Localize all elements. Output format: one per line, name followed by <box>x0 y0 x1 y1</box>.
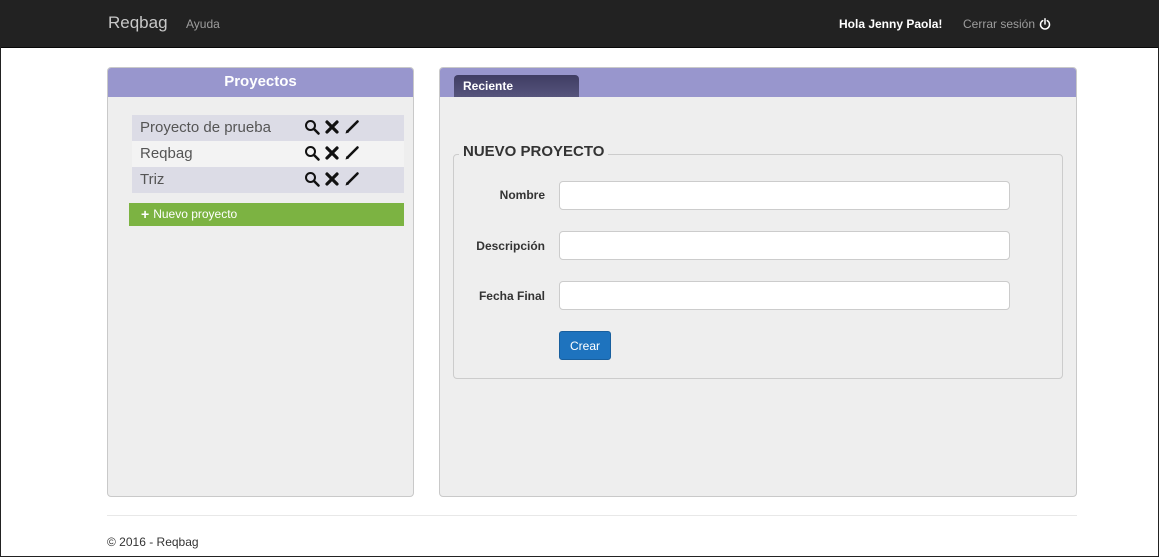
app-window: Reqbag Ayuda Hola Jenny Paola! Cerrar se… <box>0 0 1159 557</box>
description-input[interactable] <box>559 231 1010 260</box>
project-row[interactable]: Proyecto de prueba <box>132 115 404 141</box>
projects-panel: Proyectos Proyecto de prueba Reqbag Triz… <box>107 67 414 497</box>
project-actions <box>304 145 360 161</box>
edit-icon[interactable] <box>344 119 360 135</box>
tab-recent[interactable]: Reciente <box>454 75 579 97</box>
description-label: Descripción <box>476 239 545 253</box>
search-icon[interactable] <box>304 171 320 187</box>
new-project-button[interactable]: + Nuevo proyecto <box>129 203 404 226</box>
delete-icon[interactable] <box>324 171 340 187</box>
delete-icon[interactable] <box>324 119 340 135</box>
project-actions <box>304 119 360 135</box>
user-greeting: Hola Jenny Paola! <box>839 17 943 31</box>
footer-copyright: © 2016 - Reqbag <box>107 535 199 549</box>
footer-divider <box>107 515 1077 516</box>
top-navbar: Reqbag Ayuda Hola Jenny Paola! Cerrar se… <box>1 1 1158 48</box>
project-name: Reqbag <box>140 145 193 162</box>
name-input[interactable] <box>559 181 1010 210</box>
end-date-label: Fecha Final <box>478 289 545 303</box>
power-icon <box>1039 18 1051 30</box>
end-date-input[interactable] <box>559 281 1010 310</box>
create-button[interactable]: Crear <box>559 331 611 360</box>
project-name: Triz <box>140 171 165 188</box>
brand-link[interactable]: Reqbag <box>108 13 168 33</box>
logout-link[interactable]: Cerrar sesión <box>963 17 1051 31</box>
project-name: Proyecto de prueba <box>140 119 271 136</box>
search-icon[interactable] <box>304 119 320 135</box>
projects-panel-title: Proyectos <box>108 68 413 97</box>
delete-icon[interactable] <box>324 145 340 161</box>
form-legend: NUEVO PROYECTO <box>459 143 609 160</box>
main-panel-header: Reciente <box>440 68 1076 97</box>
search-icon[interactable] <box>304 145 320 161</box>
project-row[interactable]: Reqbag <box>132 141 404 167</box>
logout-label: Cerrar sesión <box>963 17 1036 31</box>
name-label: Nombre <box>499 188 545 202</box>
plus-icon: + <box>141 206 150 222</box>
main-panel: Reciente NUEVO PROYECTO Nombre Descripci… <box>439 67 1077 497</box>
edit-icon[interactable] <box>344 171 360 187</box>
edit-icon[interactable] <box>344 145 360 161</box>
project-list: Proyecto de prueba Reqbag Triz <box>132 115 404 193</box>
new-project-label: Nuevo proyecto <box>153 207 238 221</box>
project-row[interactable]: Triz <box>132 167 404 193</box>
project-actions <box>304 171 360 187</box>
new-project-form: NUEVO PROYECTO Nombre Descripción Fecha … <box>453 143 1063 379</box>
help-link[interactable]: Ayuda <box>186 17 220 31</box>
